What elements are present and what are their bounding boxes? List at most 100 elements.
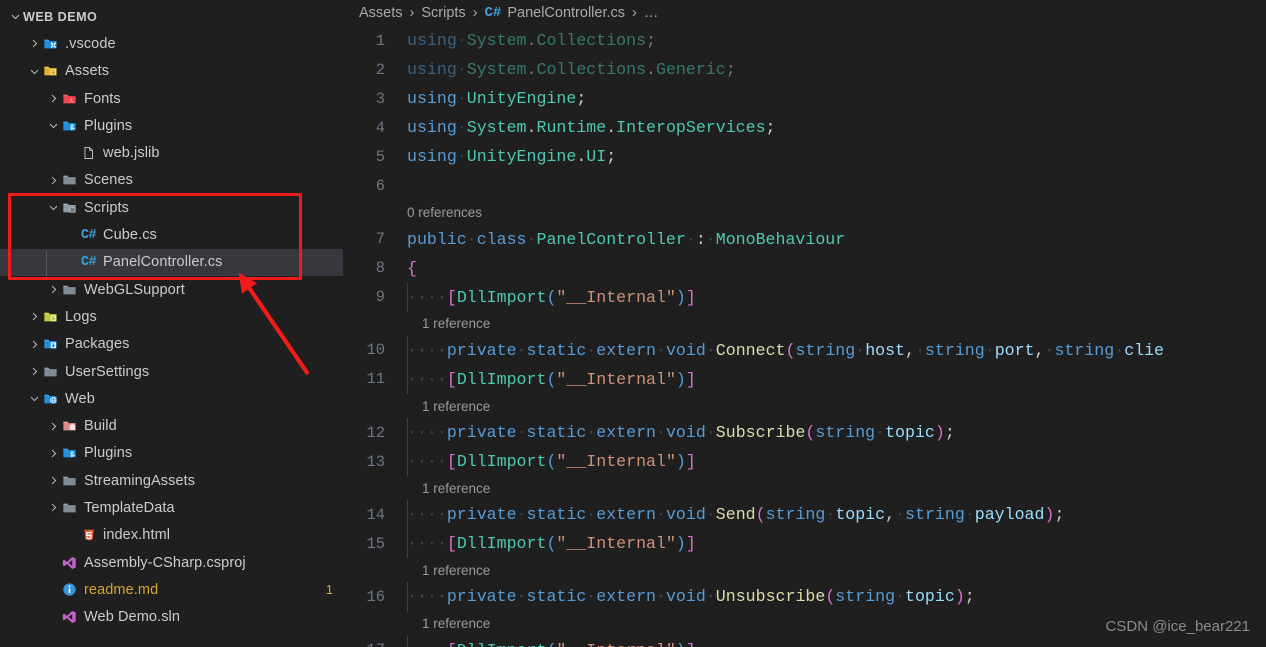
tree-item-scripts[interactable]: Scripts [0,194,343,221]
chevron-right-icon[interactable] [46,494,61,521]
line-number[interactable]: 17 [343,641,395,647]
code-line[interactable]: 8{ [343,254,1266,283]
tree-item-web-demo-sln[interactable]: Web Demo.sln [0,604,343,631]
tree-item-build[interactable]: Build [0,412,343,439]
chevron-right-icon[interactable] [27,30,42,57]
line-number[interactable]: 11 [343,370,395,388]
tree-item-streamingassets[interactable]: StreamingAssets [0,467,343,494]
code-line[interactable]: 14 ····private·static·extern·void·Send(st… [343,500,1266,530]
line-number[interactable]: 13 [343,453,395,471]
code-line[interactable]: 4 using·System.Runtime.InteropServices; [343,113,1266,142]
tree-item-logs[interactable]: Logs [0,303,343,330]
code-line[interactable]: 6 [343,171,1266,200]
codelens-label[interactable]: 1 reference [395,399,490,414]
chevron-right-icon[interactable] [46,440,61,467]
tree-item-readme-md[interactable]: readme.md 1 [0,576,343,603]
line-number[interactable]: 12 [343,424,395,442]
line-number[interactable]: 16 [343,588,395,606]
explorer-sidebar[interactable]: WEB DEMO .vscode Assets A Fonts Plugins web.j… [0,0,343,647]
tree-item-vscode[interactable]: .vscode [0,30,343,57]
svg-text:A: A [69,97,74,104]
breadcrumb[interactable]: Assets › Scripts › C# PanelController.cs ›… [343,0,1266,26]
line-number[interactable]: 10 [343,341,395,359]
code-token: System [466,31,527,51]
breadcrumb-part[interactable]: Scripts [421,5,465,21]
line-number[interactable]: 2 [343,61,395,79]
code-line[interactable]: 9 ····[DllImport("__Internal")] [343,282,1266,312]
tree-item-web-jslib[interactable]: web.jslib [0,139,343,166]
code-content[interactable]: 1 using·System.Collections; 2 using·System.… [343,26,1266,647]
codelens-label[interactable]: 1 reference [395,481,490,496]
code-token: MonoBehaviour [715,229,846,249]
chevron-down-icon[interactable] [27,58,42,85]
code-line[interactable]: 7 public·class·PanelController·:·MonoBeha… [343,225,1266,254]
code-line[interactable]: 2 using·System.Collections.Generic; [343,55,1266,84]
codelens-label[interactable]: 1 reference [395,316,490,331]
chevron-down-icon[interactable] [8,3,23,30]
line-number[interactable]: 9 [343,288,395,306]
breadcrumb-part[interactable]: Assets [359,5,403,21]
chevron-right-icon[interactable] [27,303,42,330]
chevron-right-icon[interactable] [46,413,61,440]
tree-item-panelcontroller-cs[interactable]: C# PanelController.cs [0,248,343,276]
code-line[interactable]: 10 ····private·static·extern·void·Connect… [343,335,1266,365]
line-number[interactable]: 3 [343,90,395,108]
code-line[interactable]: 3 using·UnityEngine; [343,84,1266,113]
chevron-right-icon[interactable] [46,467,61,494]
code-token: topic [905,587,955,607]
codelens-label[interactable]: 1 reference [395,563,490,578]
tree-item-webglsupport[interactable]: WebGLSupport [0,276,343,303]
chevron-down-icon[interactable] [27,385,42,412]
visualstudio-icon [61,554,78,571]
tree-item-assets[interactable]: Assets [0,58,343,85]
code-line[interactable]: 5 using·UnityEngine.UI; [343,142,1266,171]
tree-item-web[interactable]: Web [0,385,343,412]
codelens-label[interactable]: 1 reference [395,616,490,631]
code-line[interactable]: 15 ····[DllImport("__Internal")] [343,529,1266,559]
line-number[interactable]: 14 [343,506,395,524]
code-line[interactable]: 17····[DllImport("__Internal")] [343,635,1266,647]
code-token: private [446,505,517,525]
code-token: ( [546,534,557,554]
chevron-right-icon[interactable] [46,276,61,303]
tree-item-packages[interactable]: Packages [0,331,343,358]
code-line[interactable]: 16 ····private·static·extern·void·Unsubsc… [343,582,1266,612]
chevron-right-icon[interactable] [46,85,61,112]
tree-item-assembly-csharp-csproj[interactable]: Assembly-CSharp.csproj [0,549,343,576]
line-number[interactable]: 6 [343,177,395,195]
chevron-right-icon[interactable] [46,167,61,194]
tree-item-cube-cs[interactable]: C# Cube.cs [0,221,343,248]
codelens-label[interactable]: 0 references [395,205,482,220]
file-tree[interactable]: .vscode Assets A Fonts Plugins web.jslib Scene… [0,30,343,631]
line-number[interactable]: 1 [343,32,395,50]
web-folder-icon [42,390,59,407]
line-number[interactable]: 8 [343,259,395,277]
chevron-right-icon[interactable] [27,358,42,385]
line-number[interactable]: 5 [343,148,395,166]
code-editor[interactable]: Assets › Scripts › C# PanelController.cs ›… 1u… [343,0,1266,647]
explorer-root-row[interactable]: WEB DEMO [0,3,343,30]
breadcrumb-file[interactable]: PanelController.cs [507,5,625,21]
tree-item-scenes[interactable]: Scenes [0,167,343,194]
code-line[interactable]: 12 ····private·static·extern·void·Subscri… [343,418,1266,448]
line-number[interactable]: 15 [343,535,395,553]
code-line-text: ····private·static·extern·void·Unsubscri… [395,587,975,606]
code-token: · [516,587,527,607]
tree-item-plugins[interactable]: Plugins [0,112,343,139]
code-line[interactable]: 1 using·System.Collections; [343,26,1266,55]
code-token: . [576,147,587,167]
code-token: DllImport [456,534,547,554]
breadcrumb-overflow[interactable]: … [644,5,659,21]
tree-item-index-html[interactable]: index.html [0,522,343,549]
line-number[interactable]: 4 [343,119,395,137]
tree-item-fonts[interactable]: A Fonts [0,85,343,112]
code-line[interactable]: 11 ····[DllImport("__Internal")] [343,364,1266,395]
code-line[interactable]: 13 ····[DllImport("__Internal")] [343,447,1266,477]
tree-item-plugins[interactable]: Plugins [0,440,343,467]
tree-item-usersettings[interactable]: UserSettings [0,358,343,385]
chevron-right-icon[interactable] [27,331,42,358]
chevron-down-icon[interactable] [46,194,61,221]
line-number[interactable]: 7 [343,230,395,248]
chevron-down-icon[interactable] [46,112,61,139]
tree-item-templatedata[interactable]: TemplateData [0,494,343,521]
